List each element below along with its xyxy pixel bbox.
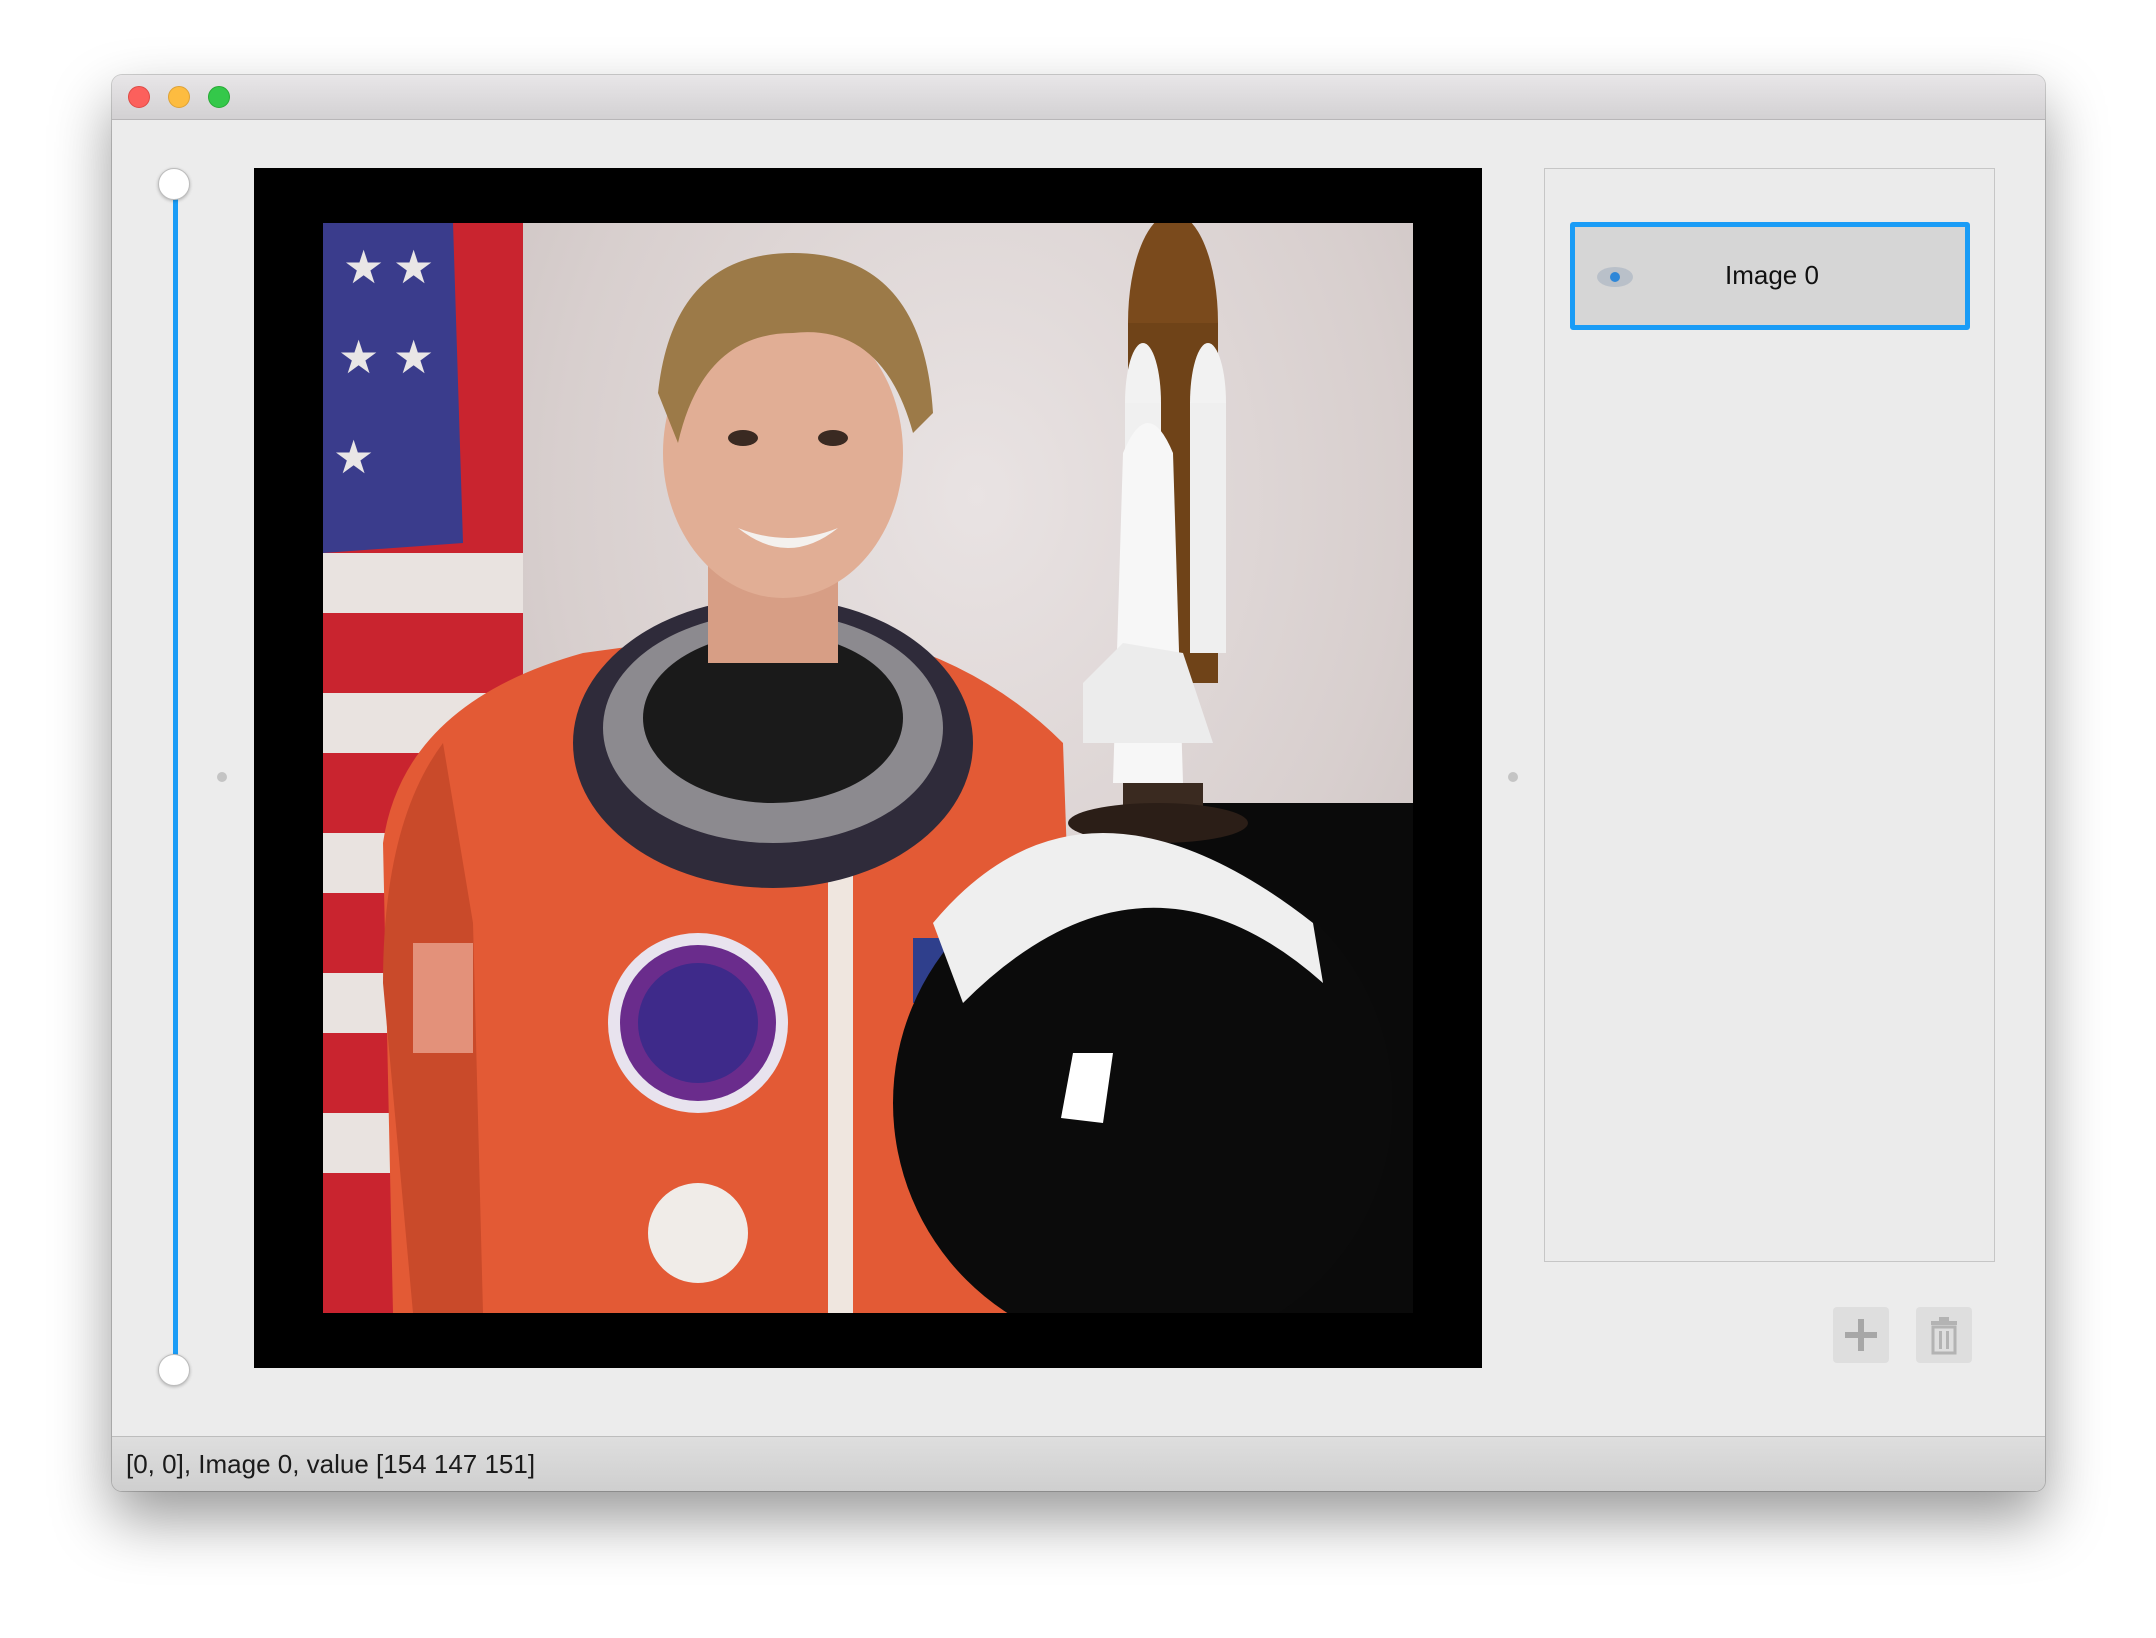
delete-layer-button[interactable] xyxy=(1916,1307,1972,1363)
layer-list-panel: Image 0 xyxy=(1544,168,1995,1262)
svg-text:★: ★ xyxy=(333,430,374,484)
app-window: ★ ★ ★ ★ ★ Image 0 [0, 0], Image 0, value… xyxy=(112,75,2045,1491)
svg-text:★: ★ xyxy=(338,330,379,384)
status-text: [0, 0], Image 0, value [154 147 151] xyxy=(126,1449,536,1479)
plus-icon xyxy=(1845,1319,1877,1351)
image-canvas[interactable]: ★ ★ ★ ★ ★ xyxy=(254,168,1482,1368)
svg-text:★: ★ xyxy=(343,240,384,294)
slider-handle-bottom[interactable] xyxy=(158,1354,190,1386)
trash-icon xyxy=(1931,1317,1957,1355)
left-splitter-handle[interactable] xyxy=(217,772,227,782)
astronaut-photo: ★ ★ ★ ★ ★ xyxy=(323,223,1413,1313)
slider-handle-top[interactable] xyxy=(158,168,190,200)
visibility-eye-icon[interactable] xyxy=(1597,267,1633,287)
svg-text:★: ★ xyxy=(393,240,434,294)
vertical-range-slider[interactable] xyxy=(173,185,178,1377)
layer-item[interactable]: Image 0 xyxy=(1570,222,1970,330)
eye-pupil xyxy=(1610,272,1620,282)
status-bar: [0, 0], Image 0, value [154 147 151] xyxy=(112,1436,2045,1491)
zoom-window-button[interactable] xyxy=(208,86,230,108)
right-splitter-handle[interactable] xyxy=(1508,772,1518,782)
add-layer-button[interactable] xyxy=(1833,1307,1889,1363)
close-window-button[interactable] xyxy=(128,86,150,108)
astronaut-photo-illustration: ★ ★ ★ ★ ★ xyxy=(323,223,1413,1313)
astronaut-head xyxy=(658,253,933,663)
layer-label: Image 0 xyxy=(1725,260,1819,290)
minimize-window-button[interactable] xyxy=(168,86,190,108)
svg-text:★: ★ xyxy=(393,330,434,384)
title-bar xyxy=(112,75,2045,120)
